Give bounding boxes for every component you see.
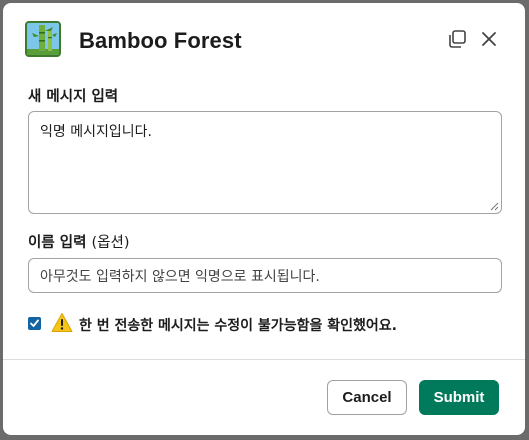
name-input-placeholder: 아무것도 입력하지 않으면 익명으로 표시됩니다.: [40, 269, 320, 285]
open-in-window-icon[interactable]: [445, 27, 469, 51]
confirm-label: 한 번 전송한 메시지는 수정이 불가능함을 확인했어요.: [79, 318, 397, 334]
modal-header: Bamboo Forest: [3, 3, 525, 77]
name-field-label-text: 이름 입력: [28, 235, 87, 251]
close-icon[interactable]: [477, 27, 501, 51]
name-input[interactable]: 아무것도 입력하지 않으면 익명으로 표시됩니다.: [28, 258, 502, 293]
confirm-checkbox[interactable]: [28, 317, 41, 330]
modal-title: Bamboo Forest: [79, 28, 242, 53]
message-text: 익명 메시지입니다.: [40, 124, 152, 140]
cancel-button[interactable]: Cancel: [327, 380, 407, 415]
bamboo-forest-modal: Bamboo Forest 새 메시지 입력 익명 메시지입니다. 이름 입력 …: [3, 3, 525, 435]
message-textarea[interactable]: 익명 메시지입니다.: [28, 111, 502, 214]
submit-button[interactable]: Submit: [419, 380, 499, 415]
bamboo-icon: [25, 21, 61, 57]
resize-handle-icon[interactable]: [490, 202, 499, 211]
message-field-label: 새 메시지 입력: [28, 89, 119, 105]
optional-note: (옵션): [91, 235, 130, 251]
checkmark-icon: [30, 319, 39, 327]
name-field-label: 이름 입력 (옵션): [28, 231, 129, 252]
footer-divider: [3, 359, 525, 360]
warning-icon: [51, 313, 73, 332]
